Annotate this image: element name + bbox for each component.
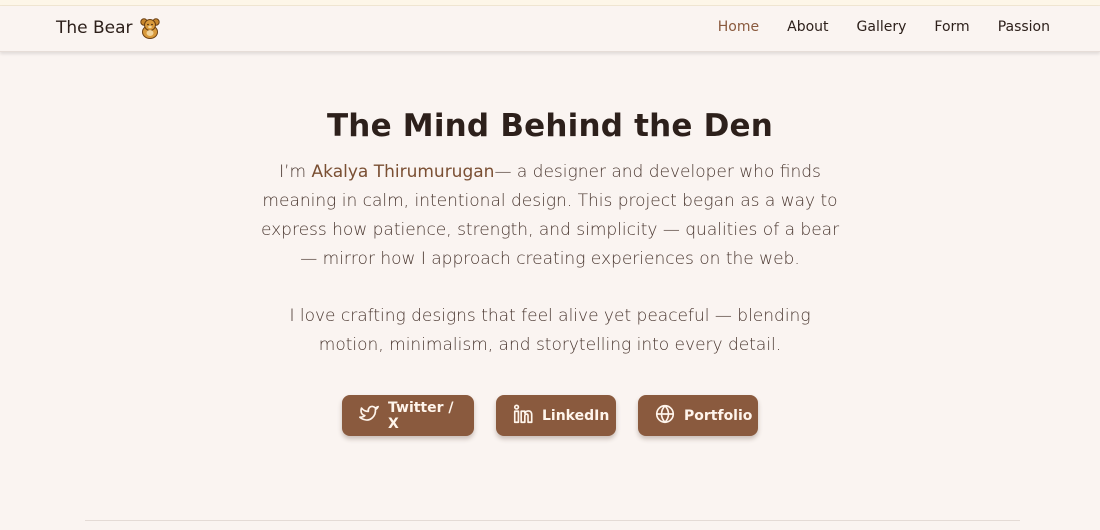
portfolio-button[interactable]: Portfolio	[638, 395, 758, 436]
portfolio-label: Portfolio	[684, 407, 753, 424]
page-title: The Mind Behind the Den	[326, 108, 774, 144]
intro-paragraph: I’m Akalya Thirumurugan— a designer and …	[260, 158, 840, 274]
intro-prefix: I’m	[279, 162, 312, 182]
linkedin-label: LinkedIn	[542, 407, 610, 424]
hero-section: The Mind Behind the Den I’m Akalya Thiru…	[0, 108, 1100, 360]
author-name: Akalya Thirumurugan	[311, 162, 495, 182]
globe-icon	[654, 403, 676, 429]
linkedin-icon	[512, 403, 534, 429]
nav-form[interactable]: Form	[934, 19, 969, 35]
secondary-paragraph: I love crafting designs that feel alive …	[289, 306, 811, 355]
brand-title: The Bear	[56, 18, 133, 38]
footer-divider	[85, 520, 1020, 521]
bear-icon	[139, 17, 161, 39]
nav-gallery[interactable]: Gallery	[857, 19, 907, 35]
twitter-label: Twitter / X	[388, 399, 454, 432]
nav-about[interactable]: About	[787, 19, 828, 35]
nav-links: Home About Gallery Form Passion	[718, 19, 1050, 35]
nav-home[interactable]: Home	[718, 19, 759, 35]
social-buttons: Twitter / X LinkedIn Portfolio	[0, 395, 1100, 436]
twitter-button[interactable]: Twitter / X	[342, 395, 474, 436]
navbar: The Bear Home About Gallery Form Passion	[0, 6, 1100, 52]
twitter-icon	[358, 403, 380, 429]
nav-passion[interactable]: Passion	[998, 19, 1050, 35]
brand-logo[interactable]: The Bear	[56, 17, 161, 39]
linkedin-button[interactable]: LinkedIn	[496, 395, 616, 436]
